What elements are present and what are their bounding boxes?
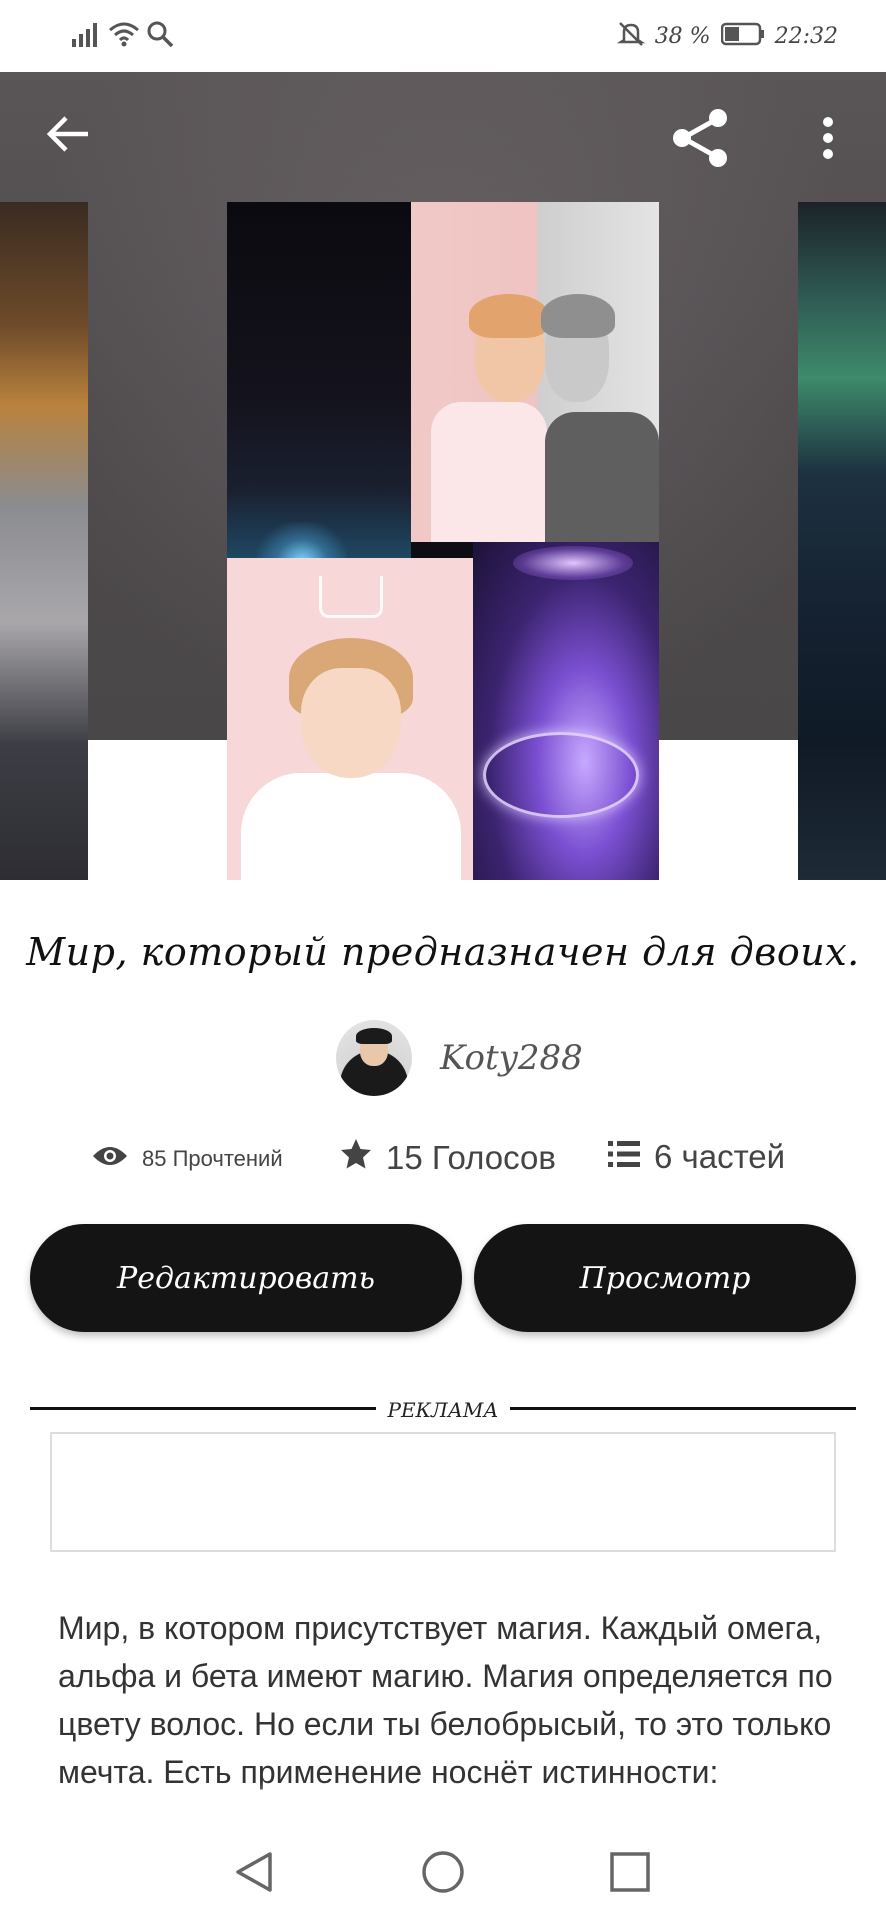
- reads-stat: 85 Прочтений: [92, 1144, 283, 1174]
- cover-panel-portrait: [411, 202, 659, 542]
- story-title: Мир, который предназначен для двоих.: [26, 930, 860, 974]
- story-cover-image: [227, 202, 659, 880]
- author-link[interactable]: Koty288: [336, 1020, 583, 1096]
- system-nav-bar: [0, 1826, 886, 1920]
- author-avatar[interactable]: [336, 1020, 412, 1096]
- parts-count[interactable]: 6 частей: [654, 1138, 785, 1176]
- signal-icon: [72, 21, 102, 52]
- next-cover[interactable]: [798, 202, 886, 880]
- back-button[interactable]: [36, 104, 100, 168]
- status-bar: 38 % 22:32: [0, 0, 886, 72]
- search-icon: [146, 20, 174, 53]
- battery-percent: 38 %: [654, 24, 711, 49]
- divider-line-left: [30, 1407, 376, 1410]
- story-stats: 85 Прочтений 15 Голосов 6 частей: [0, 1138, 886, 1194]
- cover-panel-dark: [227, 202, 411, 562]
- nav-back-button[interactable]: [224, 1844, 284, 1904]
- ad-divider: РЕКЛАМА: [30, 1398, 856, 1424]
- clock: 22:32: [774, 24, 838, 49]
- bell-off-icon: [616, 20, 645, 53]
- previous-cover[interactable]: [0, 202, 88, 880]
- more-options-button[interactable]: [800, 104, 856, 176]
- nav-recents-button[interactable]: [600, 1844, 660, 1904]
- eye-icon: [92, 1144, 128, 1174]
- ad-label: РЕКЛАМА: [387, 1398, 499, 1422]
- triangle-back-icon: [234, 1850, 274, 1899]
- wifi-icon: [108, 21, 140, 52]
- status-right: 38 % 22:32: [616, 20, 838, 53]
- star-icon: [340, 1138, 372, 1178]
- votes-count: 15 Голосов: [386, 1139, 556, 1176]
- hero-cover-carousel[interactable]: [0, 72, 886, 880]
- story-description: Мир, в котором присутствует магия. Кажды…: [58, 1604, 838, 1822]
- author-name[interactable]: Koty288: [440, 1038, 583, 1078]
- circle-home-icon: [420, 1849, 466, 1900]
- status-left: [72, 20, 174, 53]
- reads-count: 85 Прочтений: [142, 1146, 283, 1171]
- cover-panel-smile: [227, 558, 473, 880]
- cover-panel-magic: [473, 542, 659, 880]
- list-icon: [608, 1138, 640, 1176]
- view-button[interactable]: Просмотр: [474, 1224, 856, 1332]
- nav-home-button[interactable]: [413, 1844, 473, 1904]
- square-recents-icon: [609, 1851, 651, 1898]
- battery-icon: [720, 22, 765, 51]
- parts-stat[interactable]: 6 частей: [608, 1138, 785, 1176]
- share-icon: [669, 107, 731, 174]
- votes-stat: 15 Голосов: [340, 1138, 556, 1178]
- back-arrow-icon: [46, 114, 90, 159]
- more-vertical-icon: [821, 116, 835, 165]
- edit-button[interactable]: Редактировать: [30, 1224, 462, 1332]
- divider-line-right: [510, 1407, 856, 1410]
- share-button[interactable]: [664, 104, 736, 176]
- ad-placeholder[interactable]: [50, 1432, 836, 1552]
